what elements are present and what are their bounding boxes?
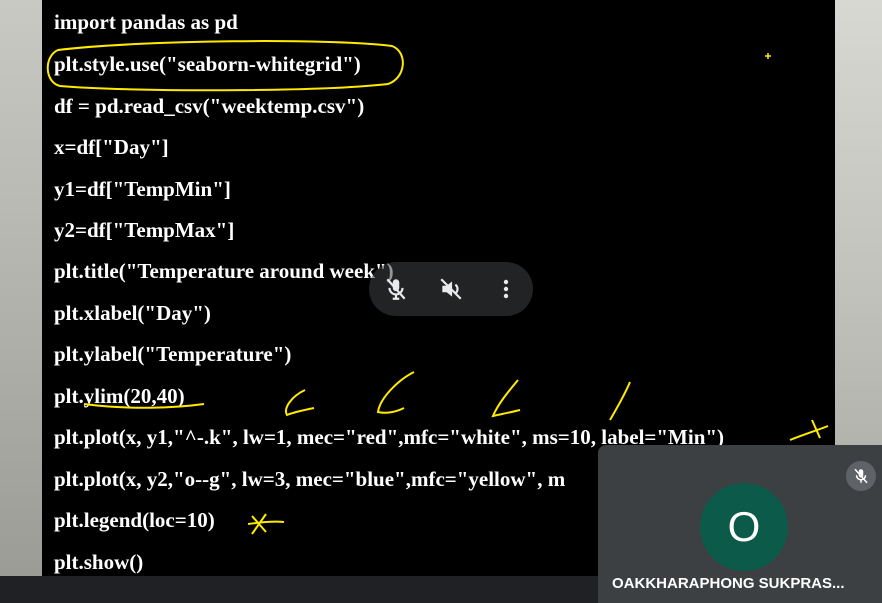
- more-vert-icon: [503, 279, 509, 299]
- code-line-2: plt.style.use("seaborn-whitegrid"): [54, 52, 361, 76]
- code-line-1: import pandas as pd: [54, 10, 238, 34]
- media-controls-pill: [369, 262, 533, 316]
- code-line-4: x=df["Day"]: [54, 135, 169, 159]
- mic-off-icon: [854, 468, 868, 484]
- participant-name: OAKKHARAPHONG SUKPRAS...: [612, 575, 845, 592]
- code-line-9: plt.ylabel("Temperature"): [54, 342, 292, 366]
- code-line-6: y2=df["TempMax"]: [54, 218, 235, 242]
- code-line-12: plt.plot(x, y2,"o--g", lw=3, mec="blue",…: [54, 467, 566, 491]
- code-line-10: plt.ylim(20,40): [54, 384, 185, 408]
- volume-off-button[interactable]: [434, 272, 468, 306]
- participant-tile[interactable]: O OAKKHARAPHONG SUKPRAS...: [598, 445, 882, 603]
- code-line-7: plt.title("Temperature around week"): [54, 259, 394, 283]
- volume-off-icon: [440, 278, 462, 300]
- code-line-14: plt.show(): [54, 550, 144, 574]
- code-line-5: y1=df["TempMin"]: [54, 177, 231, 201]
- background-left: [0, 0, 42, 576]
- code-line-8: plt.xlabel("Day"): [54, 301, 211, 325]
- more-options-button[interactable]: [489, 272, 523, 306]
- avatar: O: [700, 483, 788, 571]
- code-line-3: df = pd.read_csv("weektemp.csv"): [54, 94, 365, 118]
- code-line-13: plt.legend(loc=10): [54, 508, 215, 532]
- mic-off-button[interactable]: [379, 272, 413, 306]
- participant-mic-status: [846, 461, 876, 491]
- mic-off-icon: [386, 278, 406, 300]
